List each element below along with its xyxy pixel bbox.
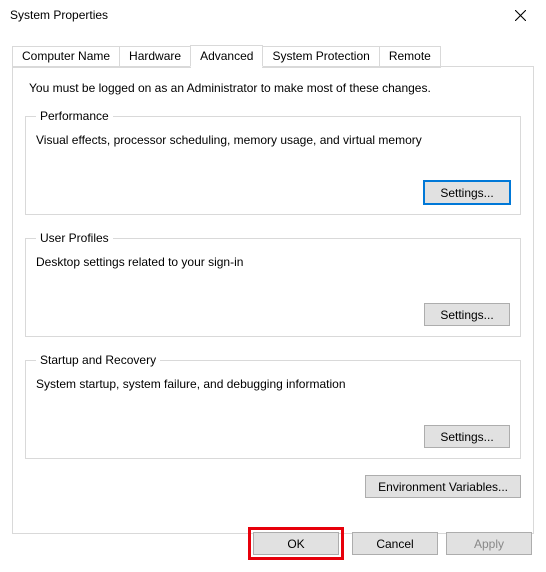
- startup-recovery-desc: System startup, system failure, and debu…: [36, 377, 510, 391]
- tab-strip: Computer Name Hardware Advanced System P…: [0, 30, 546, 66]
- performance-settings-button[interactable]: Settings...: [424, 181, 510, 204]
- user-profiles-legend: User Profiles: [36, 231, 113, 245]
- performance-desc: Visual effects, processor scheduling, me…: [36, 133, 510, 147]
- performance-legend: Performance: [36, 109, 113, 123]
- cancel-button[interactable]: Cancel: [352, 532, 438, 555]
- user-profiles-desc: Desktop settings related to your sign-in: [36, 255, 510, 269]
- close-icon: [515, 10, 526, 21]
- tab-remote[interactable]: Remote: [379, 46, 441, 68]
- ok-highlight: OK: [248, 527, 344, 560]
- system-properties-window: System Properties Computer Name Hardware…: [0, 0, 546, 572]
- tab-advanced[interactable]: Advanced: [190, 45, 263, 67]
- startup-recovery-settings-button[interactable]: Settings...: [424, 425, 510, 448]
- user-profiles-group: User Profiles Desktop settings related t…: [25, 231, 521, 337]
- tab-system-protection[interactable]: System Protection: [262, 46, 379, 68]
- startup-recovery-group: Startup and Recovery System startup, sys…: [25, 353, 521, 459]
- ok-button[interactable]: OK: [253, 532, 339, 555]
- admin-warning-text: You must be logged on as an Administrato…: [29, 81, 521, 95]
- user-profiles-settings-button[interactable]: Settings...: [424, 303, 510, 326]
- tab-computer-name[interactable]: Computer Name: [12, 46, 120, 68]
- tab-hardware[interactable]: Hardware: [119, 46, 191, 68]
- titlebar: System Properties: [0, 0, 546, 30]
- close-button[interactable]: [498, 0, 542, 30]
- performance-group: Performance Visual effects, processor sc…: [25, 109, 521, 215]
- startup-recovery-legend: Startup and Recovery: [36, 353, 160, 367]
- window-title: System Properties: [10, 8, 498, 22]
- tab-page-advanced: You must be logged on as an Administrato…: [12, 66, 534, 534]
- apply-button[interactable]: Apply: [446, 532, 532, 555]
- footer-buttons: OK Cancel Apply: [248, 527, 532, 560]
- environment-variables-button[interactable]: Environment Variables...: [365, 475, 521, 498]
